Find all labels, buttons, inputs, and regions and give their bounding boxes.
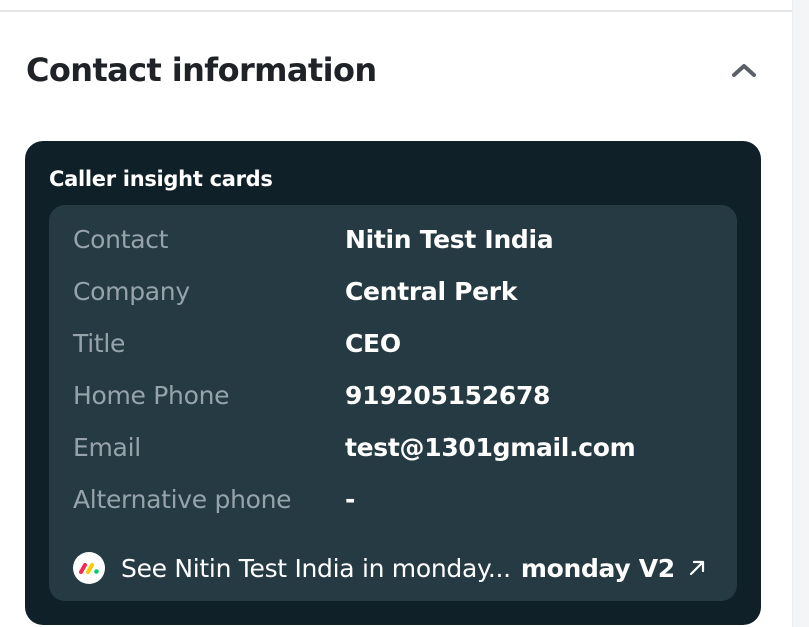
detail-label: Email — [73, 432, 141, 462]
detail-value: 919205152678 — [345, 380, 551, 410]
detail-label: Title — [73, 328, 126, 358]
open-in-monday-link[interactable]: See Nitin Test India in monday... monday… — [73, 548, 713, 588]
link-app-name[interactable]: monday V2 — [521, 554, 675, 583]
detail-row-company: Company Central Perk — [73, 271, 713, 311]
monday-logo-icon — [73, 552, 105, 584]
collapse-button[interactable] — [724, 50, 764, 90]
detail-label: Contact — [73, 224, 169, 254]
scrollbar-track[interactable] — [792, 0, 809, 627]
detail-row-email: Email test@1301gmail.com — [73, 427, 713, 467]
detail-value: CEO — [345, 328, 401, 358]
caller-insight-card: Caller insight cards Contact Nitin Test … — [25, 141, 761, 625]
detail-value: - — [345, 484, 356, 514]
detail-row-home-phone: Home Phone 919205152678 — [73, 375, 713, 415]
detail-label: Home Phone — [73, 380, 230, 410]
chevron-up-icon — [732, 64, 756, 77]
detail-label: Company — [73, 276, 190, 306]
contact-information-header[interactable]: Contact information — [26, 46, 758, 94]
detail-label: Alternative phone — [73, 484, 292, 514]
top-divider — [0, 0, 792, 12]
section-title: Contact information — [26, 51, 377, 89]
detail-row-alternative-phone: Alternative phone - — [73, 479, 713, 519]
detail-value: Central Perk — [345, 276, 518, 306]
detail-value: Nitin Test India — [345, 224, 554, 254]
detail-row-title: Title CEO — [73, 323, 713, 363]
detail-row-contact: Contact Nitin Test India — [73, 219, 713, 259]
card-title: Caller insight cards — [49, 167, 273, 191]
link-text[interactable]: See Nitin Test India in monday... — [121, 554, 511, 583]
detail-value: test@1301gmail.com — [345, 432, 636, 462]
external-link-icon[interactable] — [687, 558, 707, 578]
card-details: Contact Nitin Test India Company Central… — [49, 205, 737, 601]
